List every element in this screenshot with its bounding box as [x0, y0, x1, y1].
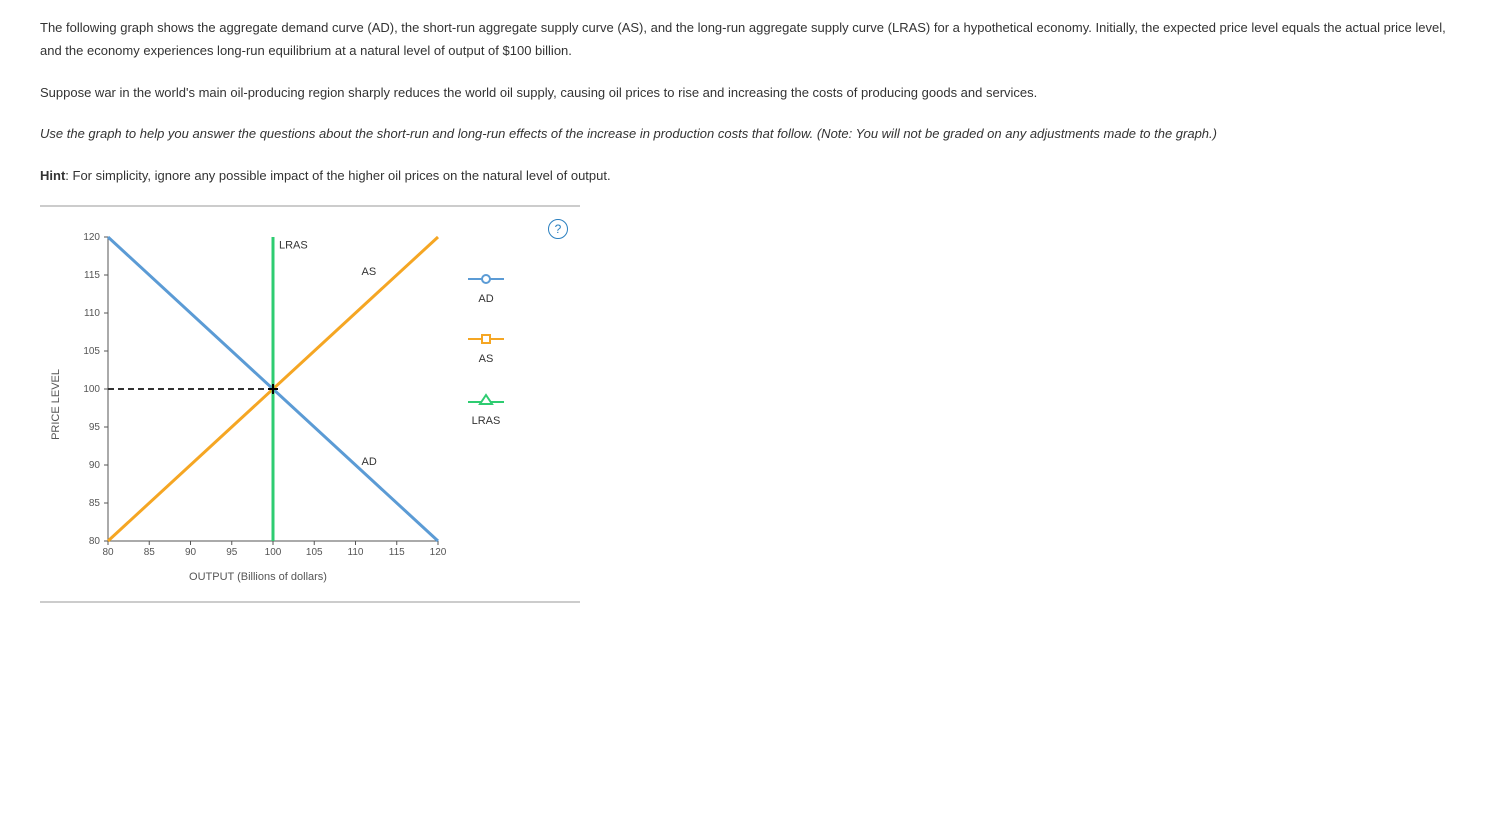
legend-item-lras[interactable]: LRAS: [466, 393, 506, 427]
graph-section: ? PRICE LEVEL 80859095100105110115120808…: [40, 205, 580, 603]
svg-text:110: 110: [348, 547, 364, 558]
paragraph-2: Suppose war in the world's main oil-prod…: [40, 81, 1454, 104]
svg-text:80: 80: [89, 536, 101, 547]
lras-legend-icon: [466, 393, 506, 407]
svg-text:115: 115: [389, 547, 405, 558]
svg-text:120: 120: [430, 547, 447, 558]
legend-label-as: AS: [479, 353, 494, 365]
legend-label-lras: LRAS: [472, 415, 501, 427]
help-icon[interactable]: ?: [548, 219, 568, 239]
svg-text:AD: AD: [362, 456, 377, 468]
svg-text:LRAS: LRAS: [279, 239, 308, 251]
paragraph-3: Use the graph to help you answer the que…: [40, 122, 1454, 145]
legend-label-ad: AD: [478, 293, 493, 305]
paragraph-1: The following graph shows the aggregate …: [40, 16, 1454, 63]
svg-text:85: 85: [89, 498, 101, 509]
ad-legend-icon: [466, 273, 506, 285]
chart-wrap: PRICE LEVEL 80 85 90 95 100 105 110 115 120 80 85 9…: [50, 227, 448, 583]
legend-palette: AD AS LRAS: [466, 273, 506, 455]
x-axis-label: OUTPUT (Billions of dollars): [189, 571, 327, 583]
svg-text:100: 100: [83, 384, 100, 395]
svg-text:AS: AS: [362, 266, 377, 278]
svg-text:100: 100: [265, 547, 282, 558]
svg-text:90: 90: [185, 547, 197, 558]
legend-item-ad[interactable]: AD: [466, 273, 506, 305]
chart-plot[interactable]: 80 85 90 95 100 105 110 115 120 80 85 90 95 100 105 110…: [68, 227, 448, 567]
svg-text:110: 110: [84, 308, 100, 319]
svg-text:105: 105: [83, 346, 100, 357]
svg-text:105: 105: [306, 547, 323, 558]
svg-text:90: 90: [89, 460, 101, 471]
svg-text:95: 95: [226, 547, 238, 558]
svg-text:120: 120: [83, 232, 100, 243]
svg-text:95: 95: [89, 422, 101, 433]
svg-text:85: 85: [144, 547, 156, 558]
as-legend-icon: [466, 333, 506, 345]
graph-frame: ? PRICE LEVEL 80859095100105110115120808…: [40, 205, 580, 603]
svg-text:80: 80: [102, 547, 114, 558]
hint-line: Hint: For simplicity, ignore any possibl…: [40, 164, 1454, 187]
question-text: The following graph shows the aggregate …: [40, 16, 1454, 187]
y-axis-label: PRICE LEVEL: [50, 369, 62, 440]
svg-text:115: 115: [84, 270, 100, 281]
legend-item-as[interactable]: AS: [466, 333, 506, 365]
